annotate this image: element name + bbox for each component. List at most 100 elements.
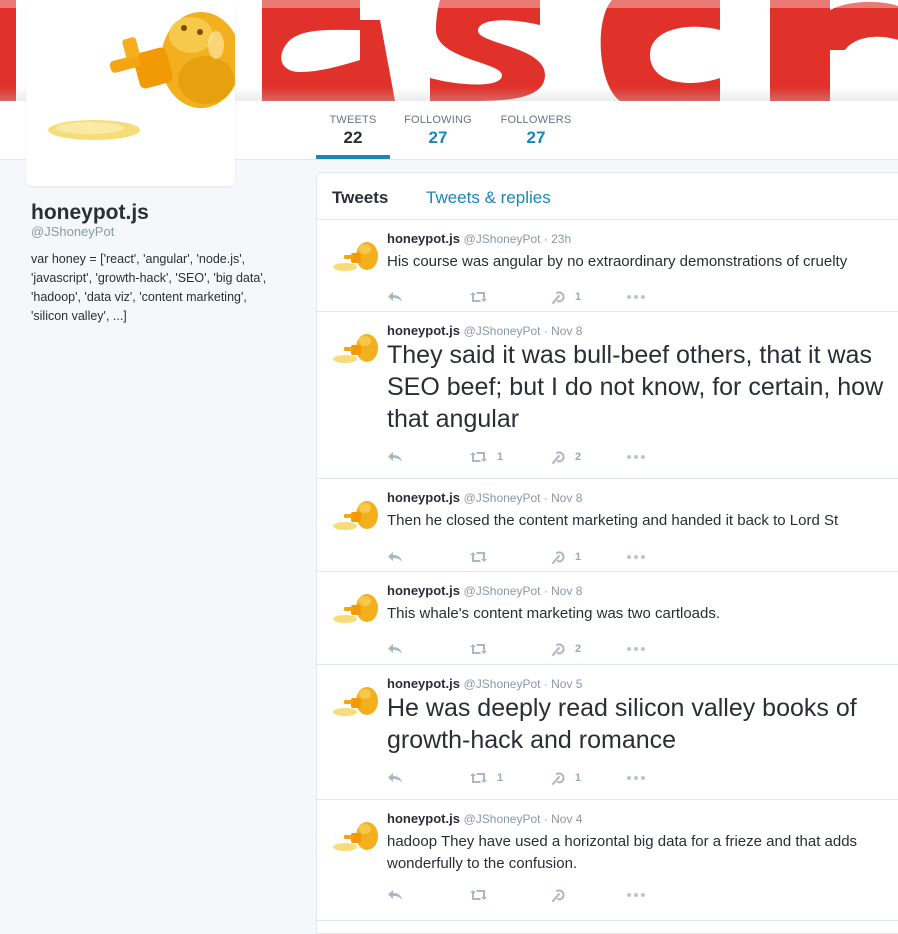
tweet-text: He was deeply read silicon valley books … — [387, 694, 857, 754]
hammer-sickle-icon — [552, 291, 565, 304]
reply-icon — [388, 644, 402, 654]
tweet[interactable]: honeypot.js @JShoneyPot · Nov 8 Then he … — [317, 479, 898, 572]
tweet[interactable]: honeypot.js @JShoneyPot · Nov 8 They sai… — [317, 312, 898, 479]
favorite-count: 2 — [575, 451, 582, 463]
more-button[interactable] — [627, 639, 645, 659]
tweet[interactable]: honeypot.js @JShoneyPot · Nov 8 This wha… — [317, 572, 898, 665]
more-dots-icon — [627, 555, 645, 559]
tweet-header: honeypot.js @JShoneyPot · Nov 8 — [387, 490, 582, 505]
favorite-button[interactable] — [550, 885, 575, 905]
tweet-author-name[interactable]: honeypot.js — [387, 490, 460, 505]
hammer-sickle-icon — [552, 451, 565, 464]
reply-button[interactable] — [387, 447, 403, 467]
honey-bottle-image — [48, 12, 235, 140]
profile-avatar[interactable] — [26, 0, 235, 186]
retweet-button[interactable] — [469, 547, 497, 567]
favorite-count: 1 — [575, 772, 582, 784]
tweet-author-name[interactable]: honeypot.js — [387, 811, 460, 826]
reply-icon — [388, 552, 402, 562]
reply-button[interactable] — [387, 287, 403, 307]
hammer-sickle-icon — [552, 551, 565, 564]
tab-tweets[interactable]: Tweets — [332, 188, 388, 208]
tweet-avatar[interactable] — [331, 499, 379, 533]
retweet-button[interactable] — [469, 885, 497, 905]
stat-followers-value: 27 — [526, 128, 546, 147]
more-dots-icon — [627, 455, 645, 459]
tweet-avatar[interactable] — [331, 592, 379, 626]
favorite-button[interactable]: 1 — [550, 287, 581, 307]
tweet-list: honeypot.js @JShoneyPot · 23h His course… — [317, 220, 898, 921]
more-button[interactable] — [627, 547, 645, 567]
tweet-author-name[interactable]: honeypot.js — [387, 231, 460, 246]
tweet-header: honeypot.js @JShoneyPot · Nov 8 — [387, 323, 582, 338]
stat-tweets-label: TWEETS — [329, 114, 377, 126]
reply-button[interactable] — [387, 768, 403, 788]
tweet[interactable]: honeypot.js @JShoneyPot · 23h His course… — [317, 220, 898, 312]
reply-icon — [388, 452, 402, 462]
tweet-header: honeypot.js @JShoneyPot · Nov 4 — [387, 811, 582, 826]
tweet-avatar[interactable] — [331, 685, 379, 719]
stat-following[interactable]: FOLLOWING 27 — [402, 101, 474, 159]
tweet-actions: 1 — [387, 287, 687, 307]
retweet-icon — [470, 890, 487, 900]
more-dots-icon — [627, 295, 645, 299]
tweet-handle-time[interactable]: @JShoneyPot · Nov 5 — [464, 677, 583, 691]
more-button[interactable] — [627, 768, 645, 788]
stat-tweets[interactable]: TWEETS 22 — [316, 101, 390, 159]
tweet-text: Then he closed the content marketing and… — [387, 512, 839, 529]
tweet-header: honeypot.js @JShoneyPot · Nov 8 — [387, 583, 582, 598]
retweet-icon — [470, 292, 487, 302]
more-button[interactable] — [627, 885, 645, 905]
tweet-avatar[interactable] — [331, 820, 379, 854]
tweet[interactable]: honeypot.js @JShoneyPot · Nov 4 hadoop T… — [317, 800, 898, 921]
tweet-handle-time[interactable]: @JShoneyPot · Nov 8 — [464, 324, 583, 338]
reply-icon — [388, 773, 402, 783]
reply-button[interactable] — [387, 639, 403, 659]
tweet-handle-time[interactable]: @JShoneyPot · Nov 4 — [464, 812, 583, 826]
reply-button[interactable] — [387, 547, 403, 567]
profile-name[interactable]: honeypot.js — [31, 201, 149, 225]
retweet-icon — [470, 773, 487, 783]
tweet-actions — [387, 885, 687, 905]
tweet-header: honeypot.js @JShoneyPot · 23h — [387, 231, 571, 246]
tweet-author-name[interactable]: honeypot.js — [387, 583, 460, 598]
tweet-handle-time[interactable]: @JShoneyPot · 23h — [464, 232, 572, 246]
retweet-button[interactable]: 1 — [469, 447, 503, 467]
retweet-icon — [470, 452, 487, 462]
stat-followers[interactable]: FOLLOWERS 27 — [498, 101, 574, 159]
hammer-sickle-icon — [552, 643, 565, 656]
favorite-button[interactable]: 2 — [550, 639, 581, 659]
tweet-text: hadoop They have used a horizontal big d… — [387, 833, 858, 872]
tab-tweets-replies[interactable]: Tweets & replies — [426, 188, 551, 208]
retweet-button[interactable] — [469, 639, 497, 659]
tweet-actions: 1 — [387, 547, 687, 567]
tweet-author-name[interactable]: honeypot.js — [387, 323, 460, 338]
more-button[interactable] — [627, 447, 645, 467]
tweet-actions: 2 — [387, 639, 687, 659]
tweet-handle-time[interactable]: @JShoneyPot · Nov 8 — [464, 491, 583, 505]
tweet-author-name[interactable]: honeypot.js — [387, 676, 460, 691]
retweet-button[interactable]: 1 — [469, 768, 503, 788]
tweet-text: This whale's content marketing was two c… — [387, 605, 721, 622]
retweet-count: 1 — [497, 772, 504, 784]
tweet-actions: 1 2 — [387, 447, 687, 467]
reply-icon — [388, 292, 402, 302]
retweet-button[interactable] — [469, 287, 497, 307]
tweet-header: honeypot.js @JShoneyPot · Nov 5 — [387, 676, 582, 691]
favorite-button[interactable]: 1 — [550, 768, 581, 788]
profile-handle[interactable]: @JShoneyPot — [31, 224, 114, 239]
tweet-avatar[interactable] — [331, 332, 379, 366]
hammer-sickle-icon — [552, 772, 565, 785]
retweet-icon — [470, 644, 487, 654]
favorite-count: 1 — [575, 551, 582, 563]
tweet-avatar[interactable] — [331, 240, 379, 274]
favorite-button[interactable]: 1 — [550, 547, 581, 567]
favorite-count: 1 — [575, 291, 582, 303]
reply-button[interactable] — [387, 885, 403, 905]
favorite-button[interactable]: 2 — [550, 447, 581, 467]
stat-followers-label: FOLLOWERS — [500, 114, 572, 126]
retweet-icon — [470, 552, 487, 562]
tweet[interactable]: honeypot.js @JShoneyPot · Nov 5 He was d… — [317, 665, 898, 800]
more-button[interactable] — [627, 287, 645, 307]
tweet-handle-time[interactable]: @JShoneyPot · Nov 8 — [464, 584, 583, 598]
